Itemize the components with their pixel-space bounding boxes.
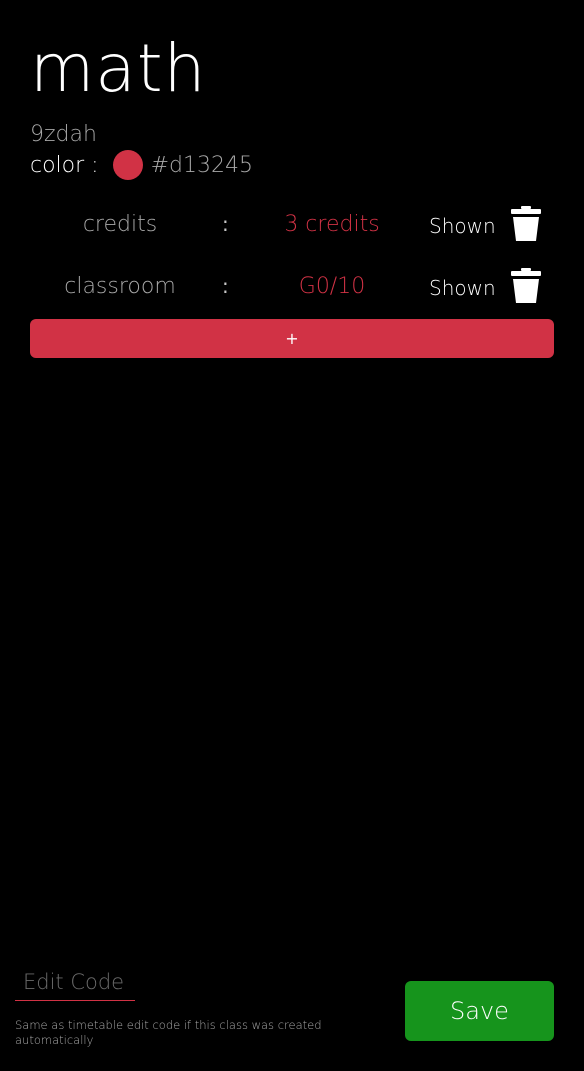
edit-code-hint: Same as timetable edit code if this clas… — [15, 1018, 322, 1047]
save-button[interactable]: Save — [405, 981, 554, 1041]
edit-code-input[interactable] — [15, 968, 135, 1001]
class-editor: math 9zdah color : #d13245 credits : 3 c… — [0, 0, 584, 1071]
visibility-toggle[interactable]: Shown — [429, 276, 496, 300]
trash-icon[interactable] — [510, 206, 542, 242]
property-separator: : — [222, 212, 229, 236]
property-name[interactable]: credits — [30, 212, 210, 237]
property-list: credits : 3 credits Shown classroom : G0… — [30, 196, 554, 320]
color-swatch[interactable] — [112, 150, 143, 180]
property-separator: : — [222, 274, 229, 298]
class-id: 9zdah — [30, 122, 97, 147]
add-property-button[interactable]: + — [30, 319, 554, 358]
visibility-toggle[interactable]: Shown — [429, 214, 496, 238]
color-hex-value[interactable]: #d13245 — [151, 153, 253, 178]
property-value[interactable]: 3 credits — [256, 212, 408, 237]
property-row-classroom: classroom : G0/10 Shown — [30, 258, 554, 320]
class-title[interactable]: math — [30, 36, 206, 102]
property-value[interactable]: G0/10 — [256, 274, 408, 299]
color-row: color : #d13245 — [30, 150, 253, 180]
property-name[interactable]: classroom — [30, 274, 210, 299]
trash-icon[interactable] — [510, 268, 542, 304]
property-row-credits: credits : 3 credits Shown — [30, 196, 554, 258]
color-label: color : — [30, 152, 99, 178]
edit-code-container — [15, 968, 135, 1001]
